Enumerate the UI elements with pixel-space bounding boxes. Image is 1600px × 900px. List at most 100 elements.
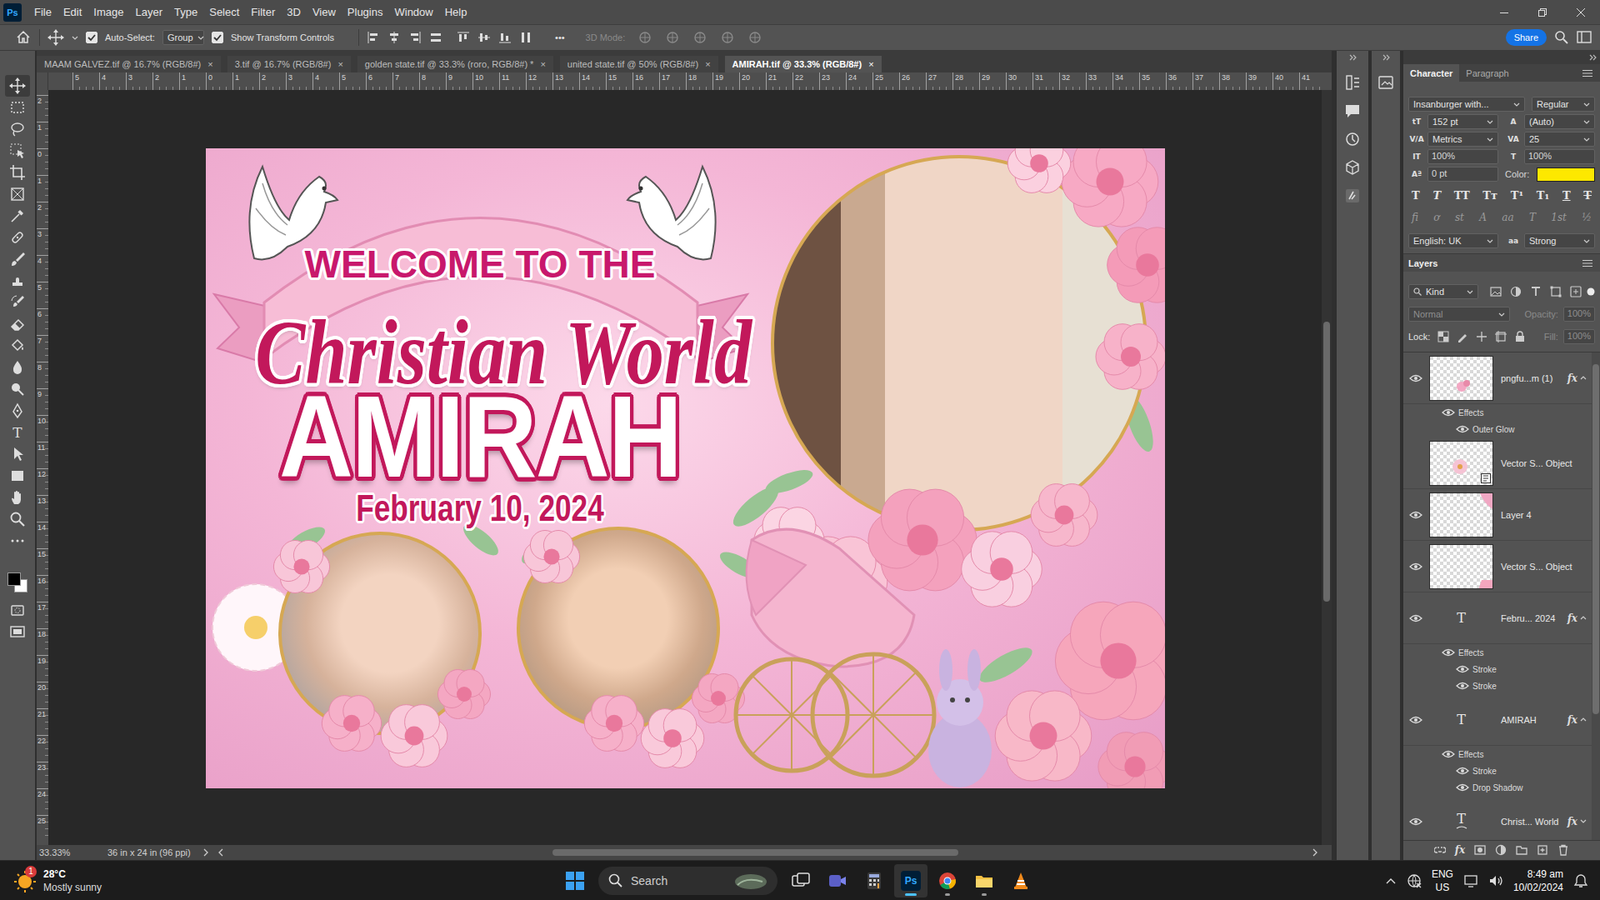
layers-scrollbar[interactable] [1591, 352, 1600, 840]
layer-name[interactable]: Vector S... Object [1500, 561, 1592, 572]
workspace-icon[interactable] [1576, 30, 1592, 45]
effect-row[interactable]: Stroke [1403, 762, 1592, 780]
effect-row[interactable]: Drop Shadow [1403, 779, 1592, 796]
font-style-dropdown[interactable]: Regular [1531, 96, 1595, 112]
blur-tool[interactable] [5, 356, 30, 379]
font-family-dropdown[interactable]: Insanburger with... [1408, 96, 1525, 112]
start-button[interactable] [558, 864, 592, 898]
antialias-dropdown[interactable]: Strong [1524, 233, 1595, 249]
layer-row[interactable]: pngfu...m (1)fx [1403, 352, 1592, 405]
more-tool[interactable] [5, 530, 30, 552]
visibility-toggle[interactable] [1455, 422, 1470, 436]
lock-all-icon[interactable] [1514, 330, 1526, 343]
input-language[interactable]: ENGUS [1431, 867, 1454, 895]
notifications-icon[interactable] [1573, 873, 1589, 889]
design-date[interactable]: February 10, 2024 [260, 490, 700, 527]
quick-mask-icon[interactable] [9, 601, 26, 619]
auto-select-checkbox[interactable] [85, 31, 98, 44]
collapse-icon[interactable] [1382, 54, 1390, 61]
brush-tool[interactable] [5, 248, 30, 270]
task-view-app[interactable] [784, 864, 818, 898]
network-icon[interactable] [1406, 873, 1422, 889]
screen-mode-icon[interactable] [9, 623, 26, 640]
document-tab[interactable]: united state.tif @ 50% (RGB/8#)× [560, 55, 719, 73]
lasso-tool[interactable] [5, 118, 30, 140]
visibility-toggle[interactable] [1441, 405, 1455, 420]
chrome-app[interactable] [930, 864, 965, 898]
show-hidden-icons-icon[interactable] [1385, 876, 1397, 885]
taskbar-search[interactable]: Search [598, 866, 778, 895]
lock-position-icon[interactable] [1475, 330, 1488, 343]
hand-tool[interactable] [5, 486, 30, 509]
type-style-button[interactable]: T¹ [1510, 189, 1524, 202]
menu-item[interactable]: Filter [245, 3, 281, 21]
calculator-app[interactable] [857, 864, 891, 898]
type-style-button[interactable]: T [1411, 189, 1420, 202]
layer-name[interactable]: Christ... World [1500, 816, 1568, 827]
filter-toggle-icon[interactable] [1586, 287, 1595, 296]
effect-row[interactable]: Stroke [1403, 660, 1592, 678]
marquee-tool[interactable] [5, 96, 30, 119]
horizontal-scrollbar[interactable] [217, 848, 1332, 857]
document-info[interactable]: 36 in x 24 in (96 ppi) [107, 847, 191, 858]
document-canvas[interactable]: WELCOME TO THEChristian WorldAMIRAHFebru… [205, 148, 1165, 789]
pen-tool[interactable] [5, 400, 30, 422]
type-style-button[interactable]: T [1562, 189, 1571, 202]
layer-row[interactable]: TChrist... Worldfx [1403, 795, 1592, 840]
add-layer-style-button[interactable]: fx [1455, 844, 1465, 856]
visibility-toggle[interactable] [1405, 456, 1426, 470]
link-layers-icon[interactable] [1434, 844, 1446, 856]
add-mask-icon[interactable] [1474, 844, 1486, 856]
character-field[interactable]: 100% [1524, 149, 1595, 165]
move-tool-icon[interactable] [47, 29, 65, 46]
vlc-app[interactable] [1004, 864, 1038, 898]
eyedropper-tool[interactable] [5, 205, 30, 227]
visibility-toggle[interactable] [1405, 611, 1426, 625]
visibility-toggle[interactable] [1455, 679, 1470, 693]
align-icon[interactable] [366, 30, 380, 45]
type-tool[interactable]: T [5, 421, 30, 444]
design-headline[interactable]: WELCOME TO THE [205, 245, 755, 284]
layer-effects-badge[interactable]: fx [1567, 815, 1578, 828]
character-field[interactable]: 100% [1427, 149, 1499, 165]
window-button[interactable] [1485, 0, 1524, 25]
zoom-tool[interactable] [5, 508, 30, 530]
weather-widget[interactable]: 128°CMostly sunny [0, 867, 559, 895]
object-select-tool[interactable] [5, 140, 30, 162]
tab-close-button[interactable]: × [540, 59, 545, 70]
share-button[interactable]: Share [1505, 29, 1547, 46]
menu-item[interactable]: Type [168, 3, 204, 21]
design-name[interactable]: AMIRAH [238, 378, 721, 495]
expand-effects-icon[interactable] [1580, 818, 1587, 825]
lock-transparency-icon[interactable] [1437, 330, 1450, 343]
collapse-icon[interactable] [1349, 54, 1357, 61]
bucket-tool[interactable] [5, 335, 30, 357]
effects-group-row[interactable]: Effects [1403, 644, 1592, 661]
align-icon[interactable] [456, 30, 470, 45]
filter-type-icon[interactable] [1530, 285, 1542, 298]
menu-item[interactable]: View [306, 3, 342, 21]
effects-group-row[interactable]: Effects [1403, 745, 1592, 763]
new-group-icon[interactable] [1515, 844, 1528, 856]
visibility-toggle[interactable] [1455, 662, 1470, 676]
layer-row[interactable]: Layer 4 [1403, 489, 1592, 541]
history-icon[interactable] [1344, 130, 1361, 148]
ruler-origin[interactable] [36, 72, 49, 90]
opentype-button[interactable]: aa [1501, 211, 1514, 224]
foreground-color-swatch[interactable] [7, 572, 21, 586]
layer-thumbnail[interactable] [1428, 440, 1495, 486]
history-brush-tool[interactable] [5, 291, 30, 314]
layer-thumbnail[interactable] [1428, 492, 1495, 538]
menu-item[interactable]: Image [87, 3, 130, 21]
type-style-button[interactable]: T₁ [1536, 189, 1550, 202]
text-color-swatch[interactable] [1536, 167, 1595, 182]
character-field[interactable]: 0 pt [1427, 166, 1499, 182]
frame-tool[interactable] [5, 183, 30, 205]
styles-icon[interactable] [1344, 187, 1361, 205]
window-button[interactable] [1523, 0, 1562, 25]
menu-item[interactable]: Help [439, 3, 474, 21]
effect-row[interactable]: Outer Glow [1403, 420, 1592, 438]
filter-adjustment-icon[interactable] [1510, 285, 1522, 298]
character-field[interactable]: 152 pt [1427, 114, 1499, 130]
layer-filter-dropdown[interactable]: Kind [1408, 284, 1479, 300]
